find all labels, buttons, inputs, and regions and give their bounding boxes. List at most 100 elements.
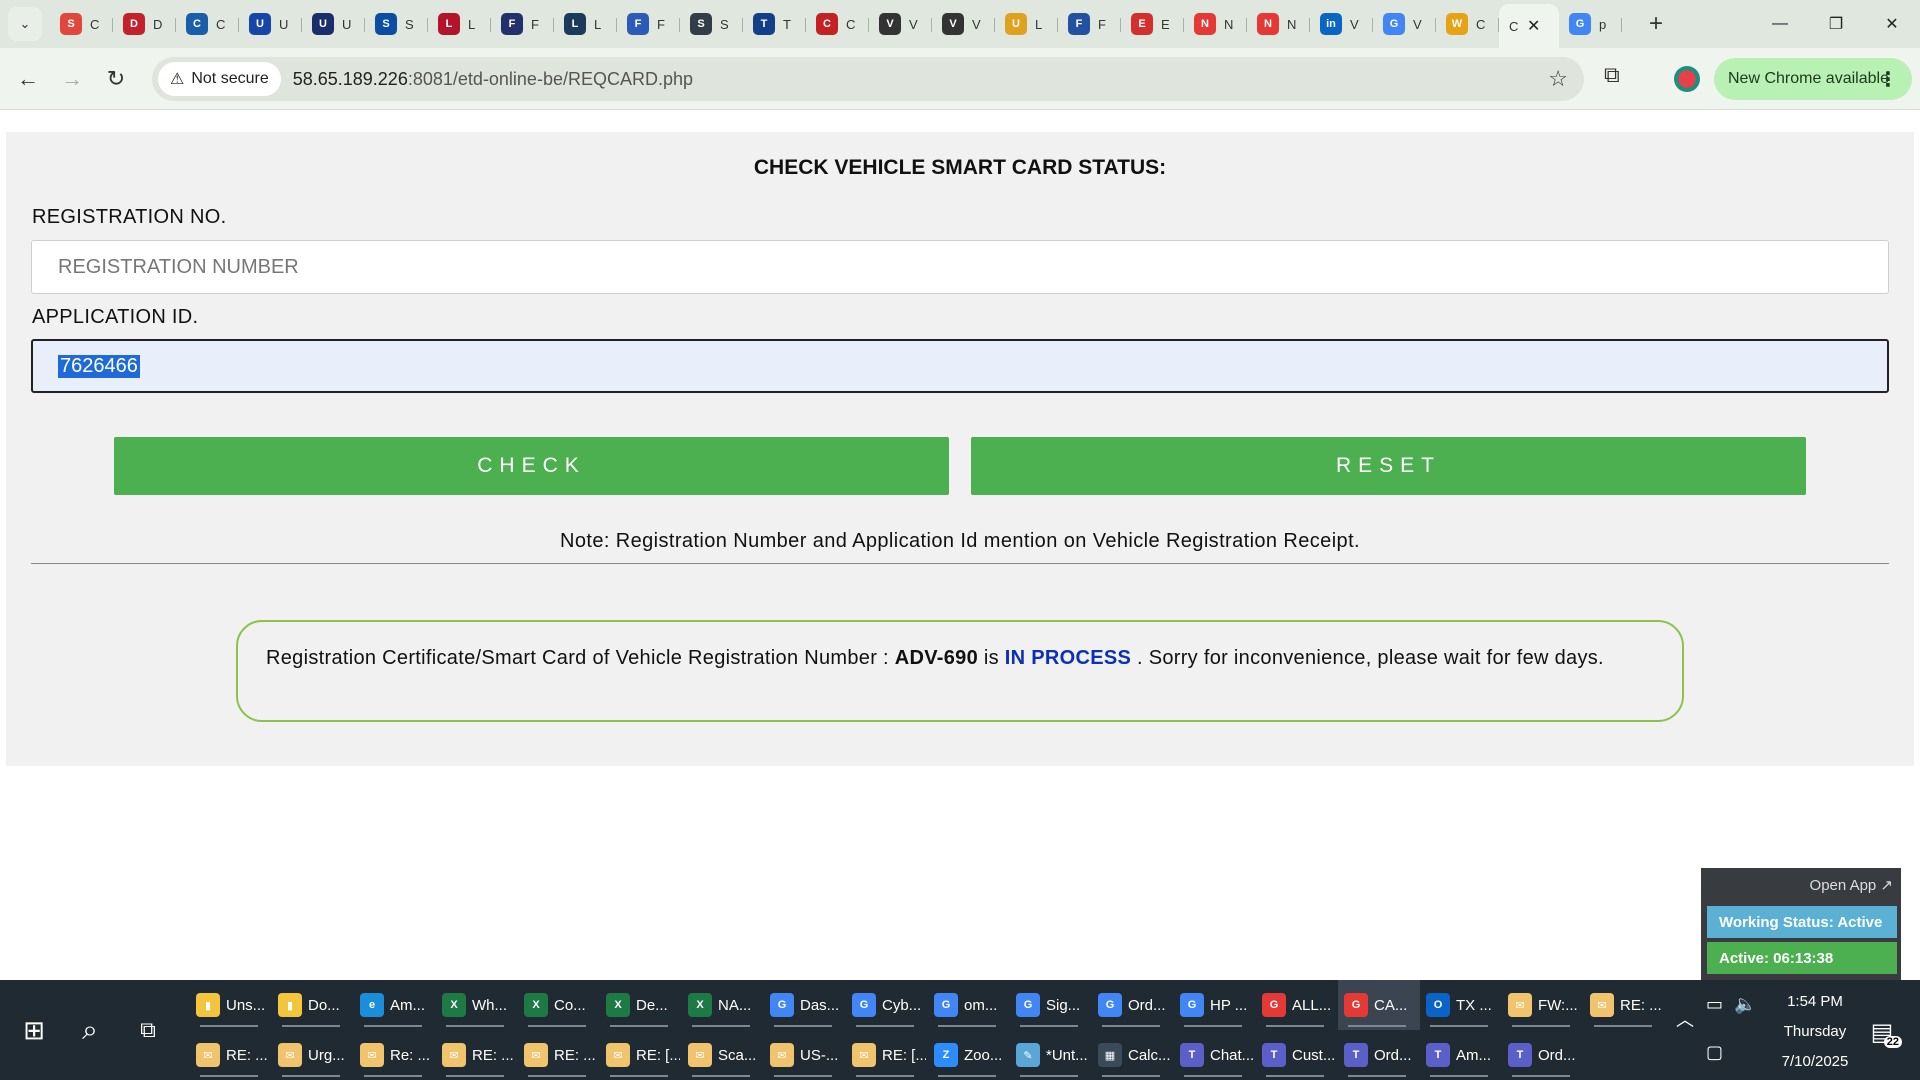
taskbar-app-button[interactable]: ✉ RE: [... [600, 1030, 682, 1080]
browser-tab[interactable]: UL [995, 6, 1058, 42]
taskbar-app-button[interactable]: ✉ FW:... [1502, 980, 1584, 1030]
security-indicator[interactable]: ⚠ Not secure [158, 62, 281, 96]
taskbar-app-button[interactable]: Gom... [928, 980, 1010, 1030]
system-clock[interactable]: 1:54 PM Thursday 7/10/2025 [1760, 987, 1870, 1077]
tab-favicon-icon: F [1068, 13, 1090, 35]
browser-tab[interactable]: LL [428, 6, 491, 42]
browser-tab[interactable]: VV [932, 6, 995, 42]
taskbar-app-button[interactable]: ▮ Uns... [190, 980, 272, 1030]
taskbar-app-button[interactable]: ▦ Calc... [1092, 1030, 1174, 1080]
taskbar-app-button[interactable]: G CA... [1338, 980, 1420, 1030]
tab-favicon-icon: T [753, 13, 775, 35]
browser-tab[interactable]: EE [1121, 6, 1184, 42]
reload-button[interactable]: ↻ [94, 57, 138, 101]
taskbar-app-button[interactable]: ✉ RE: ... [190, 1030, 272, 1080]
taskbar-app-button[interactable]: Z Zoo... [928, 1030, 1010, 1080]
registration-input[interactable]: REGISTRATION NUMBER [31, 240, 1889, 294]
windows-start-icon[interactable]: ⊞ [14, 1010, 54, 1050]
tab-title: F [657, 16, 665, 32]
browser-tab[interactable]: FF [491, 6, 554, 42]
taskbar-app-button[interactable]: ▮ Do... [272, 980, 354, 1030]
taskbar-app-button[interactable]: X NA... [682, 980, 764, 1030]
network-icon[interactable]: ▢ [1706, 1042, 1723, 1063]
browser-tab[interactable]: VV [869, 6, 932, 42]
tab-search-button[interactable]: ⌄ [8, 7, 42, 41]
url-text[interactable]: 58.65.189.226:8081/etd-online-be/REQCARD… [293, 69, 693, 90]
close-window-button[interactable]: ✕ [1864, 0, 1920, 48]
browser-tab[interactable]: DD [113, 6, 176, 42]
taskbar-app-button[interactable]: ✉ Sca... [682, 1030, 764, 1080]
reset-button[interactable]: RESET [971, 437, 1806, 495]
taskbar-app-button[interactable]: O TX ... [1420, 980, 1502, 1030]
new-tab-button[interactable]: + [1640, 8, 1672, 40]
search-icon[interactable]: ⌕ [70, 1010, 110, 1050]
browser-tab[interactable]: CC [176, 6, 239, 42]
open-app-link[interactable]: Open App ↗ [1810, 876, 1893, 894]
taskbar-app-button[interactable]: ✎ *Unt... [1010, 1030, 1092, 1080]
application-id-label: APPLICATION ID. [32, 306, 199, 328]
taskbar-app-button[interactable]: G HP ... [1174, 980, 1256, 1030]
application-id-input[interactable]: 7626466 [31, 339, 1889, 393]
taskbar-app-button[interactable]: X Wh... [436, 980, 518, 1030]
browser-tab[interactable]: FF [1058, 6, 1121, 42]
taskbar-app-button[interactable]: G Sig... [1010, 980, 1092, 1030]
browser-tab[interactable]: UU [239, 6, 302, 42]
tab-title: F [531, 16, 539, 32]
taskbar-app-button[interactable]: T Am... [1420, 1030, 1502, 1080]
chevron-up-icon[interactable]: ︿ [1676, 1006, 1694, 1032]
browser-tab[interactable]: SC [50, 6, 113, 42]
battery-icon[interactable]: ▭ [1706, 994, 1723, 1015]
taskbar-app-button[interactable]: ✉ US-... [764, 1030, 846, 1080]
taskbar-app-button[interactable]: G Ord... [1092, 980, 1174, 1030]
taskbar-app-button[interactable]: ✉ Re: ... [354, 1030, 436, 1080]
close-tab-icon[interactable]: ✕ [1527, 16, 1540, 36]
taskbar-app-button[interactable]: e Am... [354, 980, 436, 1030]
taskbar-app-button[interactable]: X De... [600, 980, 682, 1030]
taskbar-app-button[interactable]: X Co... [518, 980, 600, 1030]
browser-tab[interactable]: GV [1373, 6, 1436, 42]
taskbar-app-button[interactable]: T Ord... [1502, 1030, 1584, 1080]
extensions-puzzle-icon[interactable]: ⧉ [1604, 62, 1620, 88]
taskbar-app-button[interactable]: ✉ RE: ... [1584, 980, 1666, 1030]
browser-tab[interactable]: TT [743, 6, 806, 42]
taskbar-app-button[interactable]: T Ord... [1338, 1030, 1420, 1080]
taskbar-app-button[interactable]: ✉ RE: ... [436, 1030, 518, 1080]
taskbar-app-button[interactable]: G ALL... [1256, 980, 1338, 1030]
volume-icon[interactable]: 🔈 [1734, 994, 1756, 1015]
browser-tab[interactable]: LL [554, 6, 617, 42]
address-bar[interactable]: ⚠ Not secure 58.65.189.226:8081/etd-onli… [152, 57, 1584, 101]
profile-avatar[interactable] [1674, 66, 1700, 92]
tab-favicon-icon: V [879, 13, 901, 35]
minimize-button[interactable]: — [1752, 0, 1808, 48]
taskbar-app-button[interactable]: G Cyb... [846, 980, 928, 1030]
browser-tab[interactable]: UU [302, 6, 365, 42]
notifications-button[interactable]: ▤ 22 [1862, 1012, 1902, 1052]
tab-title: N [1287, 16, 1297, 32]
taskbar-app-button[interactable]: ✉ RE: [... [846, 1030, 928, 1080]
app-icon: ✉ [1590, 993, 1614, 1017]
browser-tab[interactable]: NN [1184, 6, 1247, 42]
back-button[interactable]: ← [6, 57, 50, 101]
browser-tab[interactable]: in V [1310, 6, 1373, 42]
chrome-update-button[interactable]: New Chrome available ⋮ [1714, 58, 1912, 100]
browser-tab[interactable]: SS [365, 6, 428, 42]
bookmark-star-icon[interactable]: ☆ [1548, 66, 1568, 92]
taskbar-app-button[interactable]: G Das... [764, 980, 846, 1030]
restore-button[interactable]: ❐ [1808, 0, 1864, 48]
browser-tab-active[interactable]: C ✕ [1499, 4, 1559, 48]
tab-title: U [279, 16, 289, 32]
tab-title: L [1035, 16, 1043, 32]
forward-button[interactable]: → [50, 57, 94, 101]
browser-tab[interactable]: Gp [1559, 6, 1622, 42]
browser-tab[interactable]: NN [1247, 6, 1310, 42]
browser-tab[interactable]: FF [617, 6, 680, 42]
check-button[interactable]: CHECK [114, 437, 949, 495]
browser-tab[interactable]: WC [1436, 6, 1499, 42]
taskbar-app-button[interactable]: T Chat... [1174, 1030, 1256, 1080]
taskbar-app-button[interactable]: T Cust... [1256, 1030, 1338, 1080]
browser-tab[interactable]: SS [680, 6, 743, 42]
browser-tab[interactable]: CC [806, 6, 869, 42]
task-view-icon[interactable]: ⧉ [128, 1010, 168, 1050]
taskbar-app-button[interactable]: ✉ RE: ... [518, 1030, 600, 1080]
taskbar-app-button[interactable]: ✉ Urg... [272, 1030, 354, 1080]
